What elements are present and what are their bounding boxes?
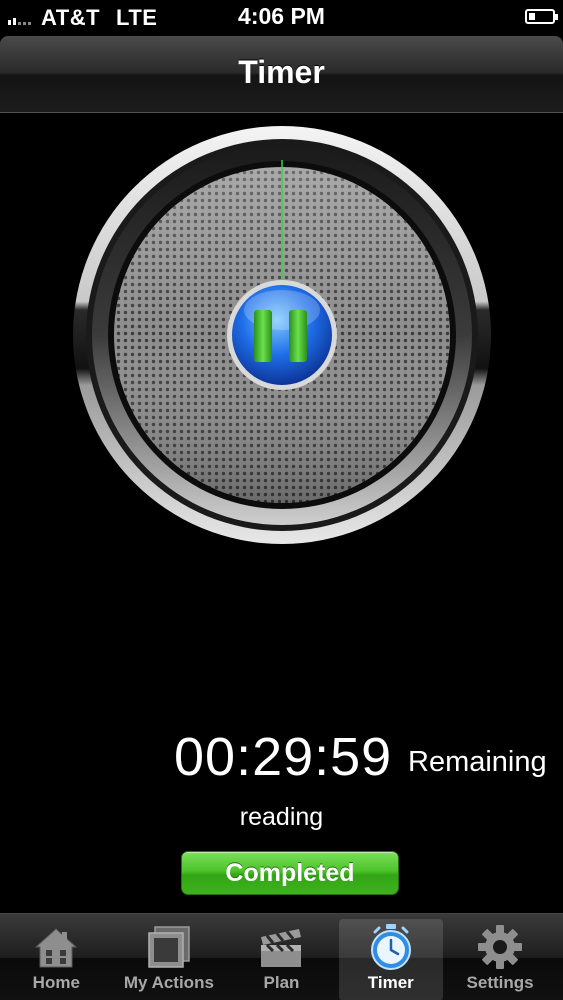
tab-plan[interactable]: Plan	[225, 914, 338, 1000]
tab-bar: Home My Actions Plan Timer Settings	[0, 913, 563, 1000]
timer-dial	[73, 120, 491, 550]
tab-my-actions[interactable]: My Actions	[113, 914, 226, 1000]
clapperboard-icon	[261, 929, 302, 967]
timer-dial-graphic	[73, 126, 491, 544]
navigation-bar: Timer	[0, 36, 563, 113]
my-actions-icon	[148, 926, 190, 968]
tab-timer[interactable]: Timer	[338, 919, 443, 1000]
home-icon	[34, 928, 78, 968]
tab-label: Home	[32, 973, 80, 992]
completed-button[interactable]: Completed	[181, 851, 399, 895]
gear-icon	[478, 925, 523, 969]
status-bar: AT&T LTE 4:06 PM	[0, 0, 563, 36]
tab-label: Settings	[466, 973, 534, 992]
task-name: reading	[239, 803, 324, 831]
stopwatch-icon	[370, 924, 411, 970]
remaining-label: Remaining	[408, 746, 547, 778]
tab-settings[interactable]: Settings	[444, 914, 557, 1000]
pause-button[interactable]	[227, 280, 337, 390]
tab-home[interactable]: Home	[0, 914, 113, 1000]
page-title: Timer	[238, 54, 325, 90]
timer-screen: AT&T LTE 4:06 PM Timer 00:29:59 Remainin…	[0, 0, 563, 1000]
tab-label: Timer	[367, 973, 414, 992]
battery-icon	[525, 9, 558, 24]
time-remaining-value: 00:29:59	[174, 727, 393, 787]
tab-label: My Actions	[123, 973, 214, 992]
tab-label: Plan	[263, 973, 300, 992]
status-time: 4:06 PM	[238, 3, 325, 29]
